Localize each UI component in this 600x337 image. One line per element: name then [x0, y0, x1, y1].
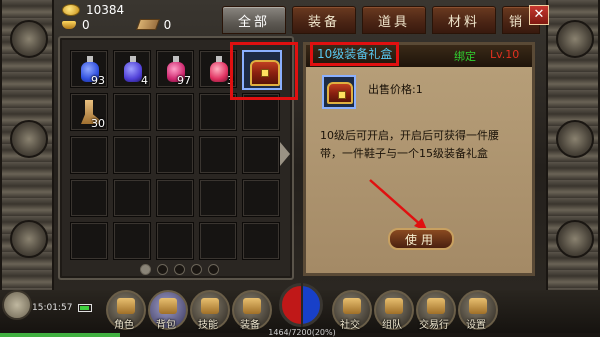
- page-dot[interactable]: [157, 264, 168, 275]
- sell-price: 出售价格:1: [368, 83, 423, 96]
- exp-text: 1464/7200(20%): [268, 328, 336, 337]
- ornament-icon: [10, 220, 48, 258]
- page-dot[interactable]: [208, 264, 219, 275]
- close-button[interactable]: ✕: [529, 5, 549, 25]
- inventory-slot[interactable]: [156, 179, 194, 217]
- item-count: 4: [141, 74, 148, 87]
- inventory-tabs: 全部 装备 道具 材料 销: [222, 6, 540, 34]
- item-description: 10级后可开启，开启后可获得一件腰带，一件鞋子与一个15级装备礼盒: [320, 129, 499, 160]
- inventory-slot[interactable]: [113, 136, 151, 174]
- menu-label: 组队: [382, 320, 402, 331]
- inventory-slot[interactable]: [199, 222, 237, 260]
- inventory-slot[interactable]: [156, 136, 194, 174]
- inventory-slot[interactable]: [113, 93, 151, 131]
- clock: 15:01:57: [32, 303, 73, 313]
- inventory-slot[interactable]: [199, 179, 237, 217]
- currency-display: 10384 0 0: [62, 2, 171, 32]
- next-page-arrow-icon[interactable]: [280, 142, 290, 166]
- settings-icon: [469, 298, 487, 314]
- red-potion-icon: [210, 56, 228, 82]
- tab-all[interactable]: 全部: [222, 6, 286, 34]
- item-count: 93: [91, 74, 105, 87]
- inventory-slot[interactable]: [242, 179, 280, 217]
- inventory-slot[interactable]: [70, 222, 108, 260]
- coin-amount: 10384: [86, 2, 125, 17]
- inventory-slot[interactable]: 97: [156, 50, 194, 88]
- gift-box-slot[interactable]: [242, 50, 282, 90]
- inventory-slot[interactable]: [70, 179, 108, 217]
- coin-icon: [62, 3, 80, 16]
- menu-label: 设置: [466, 320, 486, 331]
- item-count: 97: [177, 74, 191, 87]
- character-icon: [117, 298, 135, 314]
- skills-icon: [201, 298, 219, 314]
- inventory-slot[interactable]: [242, 222, 280, 260]
- tab-equipment[interactable]: 装备: [292, 6, 356, 34]
- left-pillar-decoration: [0, 0, 54, 290]
- avatar[interactable]: [2, 290, 32, 320]
- tab-materials[interactable]: 材料: [432, 6, 496, 34]
- inventory-slot[interactable]: [156, 93, 194, 131]
- item-icon: [322, 75, 356, 109]
- inventory-slot[interactable]: [113, 222, 151, 260]
- inventory-slot[interactable]: 93: [70, 50, 108, 88]
- item-level: Lv.10: [490, 48, 520, 61]
- page-dot[interactable]: [140, 264, 151, 275]
- ornament-icon: [556, 220, 594, 258]
- battery-icon: [78, 304, 92, 312]
- tab-items[interactable]: 道具: [362, 6, 426, 34]
- item-name: 10级装备礼盒: [310, 42, 400, 66]
- menu-label: 交易行: [419, 320, 449, 331]
- ornament-icon: [10, 20, 48, 58]
- exp-bar-fill: [0, 333, 120, 337]
- page-dot[interactable]: [191, 264, 202, 275]
- bind-status: 绑定: [454, 50, 476, 63]
- gold-ingot-amount: 0: [82, 17, 90, 32]
- menu-label: 技能: [198, 320, 218, 331]
- ornament-icon: [10, 120, 48, 158]
- inventory-slot[interactable]: [242, 136, 280, 174]
- inventory-slot[interactable]: [113, 179, 151, 217]
- selected-item-highlight: [230, 42, 298, 100]
- menu-label: 角色: [114, 320, 134, 331]
- treasure-chest-icon: [327, 82, 353, 104]
- menu-label: 背包: [156, 320, 176, 331]
- inventory-slot[interactable]: [199, 136, 237, 174]
- page-dot[interactable]: [174, 264, 185, 275]
- trade-icon: [427, 298, 445, 314]
- gold-ingot-icon: [62, 20, 76, 29]
- inventory-slot[interactable]: 4: [113, 50, 151, 88]
- use-button[interactable]: 使用: [388, 228, 454, 250]
- right-pillar-decoration: [546, 0, 600, 290]
- inventory-slot[interactable]: [156, 222, 194, 260]
- ticket-amount: 0: [163, 17, 172, 32]
- bag-icon: [159, 298, 177, 314]
- equipment-icon: [243, 298, 261, 314]
- treasure-chest-icon: [250, 60, 280, 86]
- ornament-icon: [556, 20, 594, 58]
- blue-potion-icon: [124, 56, 142, 82]
- pointer-arrow-icon: [369, 179, 428, 232]
- ornament-icon: [556, 120, 594, 158]
- item-count: 30: [91, 117, 105, 130]
- social-icon: [343, 298, 361, 314]
- hp-mp-orb: [279, 283, 323, 327]
- page-indicator: [140, 264, 219, 275]
- inventory-slot[interactable]: 30: [70, 93, 108, 131]
- team-icon: [385, 298, 403, 314]
- inventory-slot[interactable]: [70, 136, 108, 174]
- ticket-icon: [135, 19, 160, 30]
